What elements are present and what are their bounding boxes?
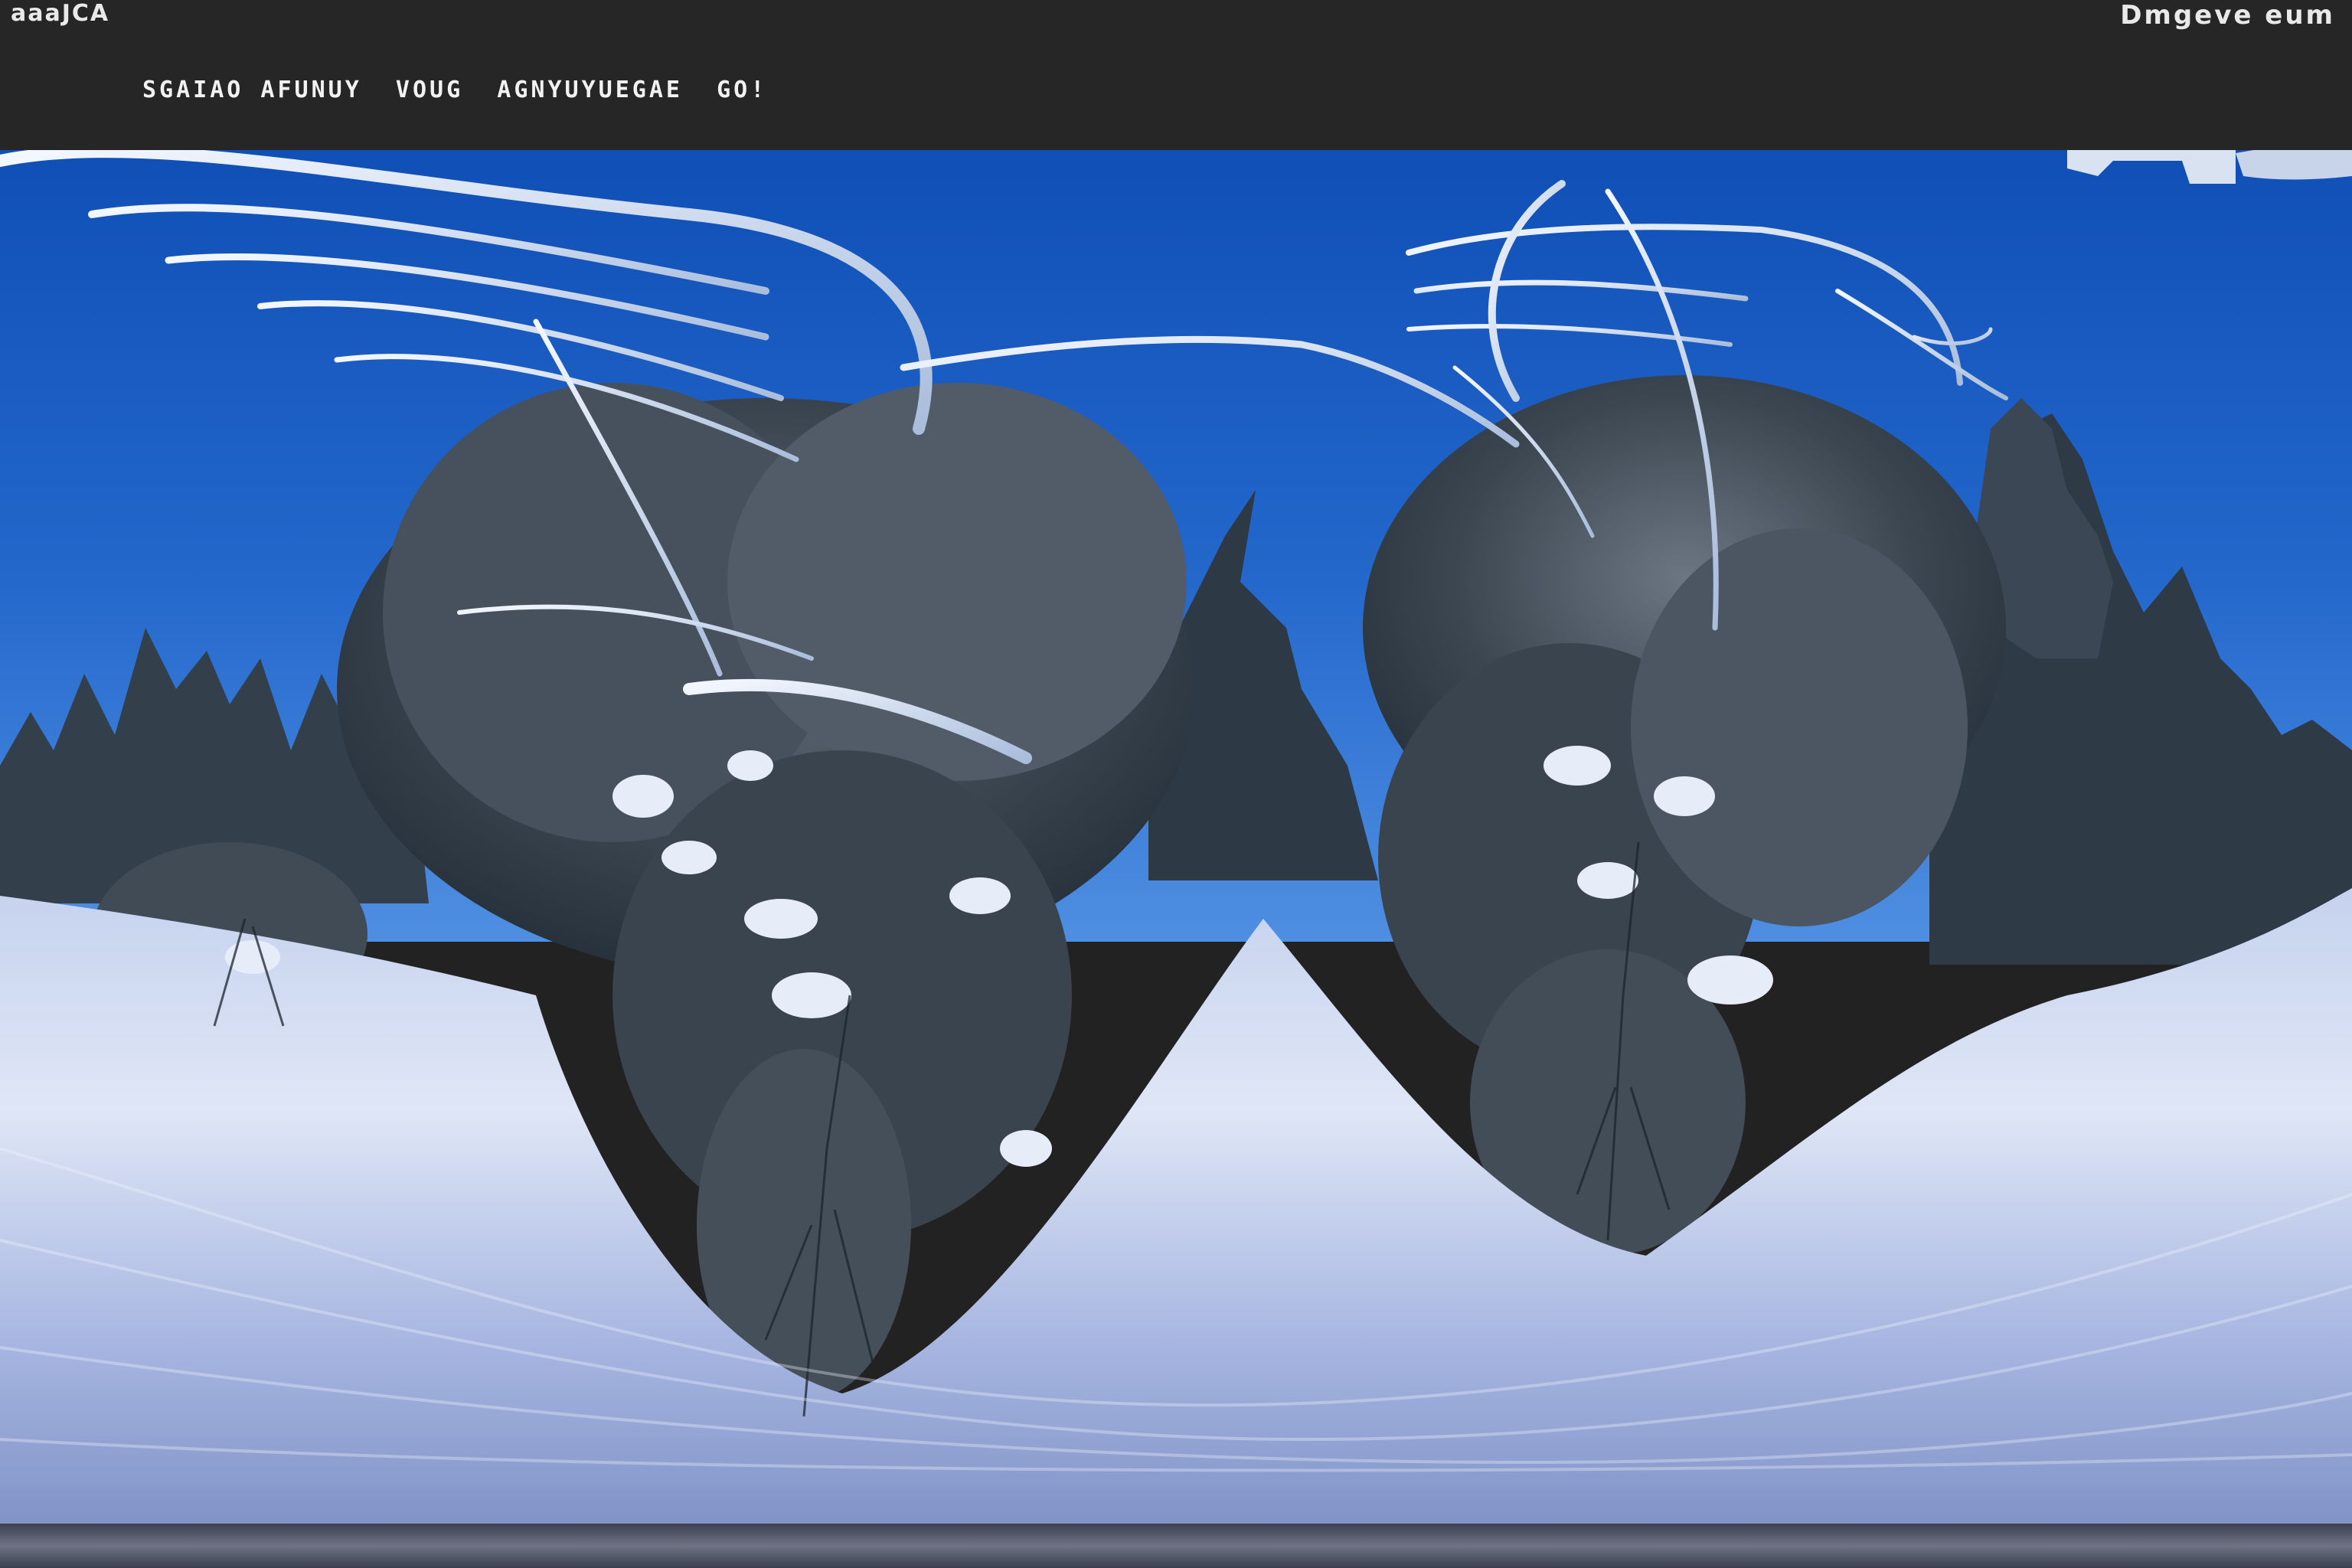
snow-ground: [0, 888, 2352, 1524]
bottom-ice-band: [0, 1524, 2352, 1568]
caption-text: SGAIAO AFUNUY VOUG AGNYUYUEGAE GO!: [142, 77, 768, 103]
top-left-text: aaaJCA: [11, 0, 110, 27]
panorama-frame: aaaJCA Dmgeve eum SGAIAO AFUNUY VOUG AGN…: [0, 0, 2352, 1568]
top-right-text: Dmgeve eum: [2120, 0, 2335, 31]
winter-forest-scene: [0, 136, 2352, 1524]
top-caption-bar: aaaJCA Dmgeve eum SGAIAO AFUNUY VOUG AGN…: [0, 0, 2352, 150]
